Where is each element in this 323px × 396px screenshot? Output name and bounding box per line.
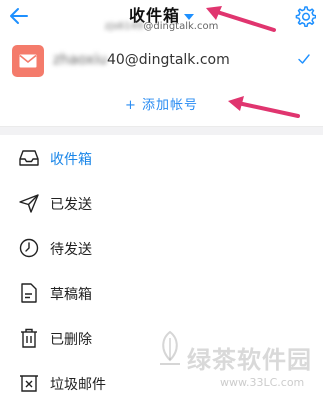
back-button[interactable] xyxy=(6,4,32,28)
leaf-logo-icon xyxy=(160,330,180,365)
annotation-arrow-top xyxy=(206,6,276,32)
email-visible: 40@dingtalk.com xyxy=(106,52,230,68)
folder-item-drafts[interactable]: 草稿箱 xyxy=(0,270,323,315)
inbox-icon xyxy=(19,150,39,166)
trash-icon xyxy=(21,328,37,348)
folder-label: 已删除 xyxy=(50,332,92,348)
mail-account-avatar xyxy=(12,45,44,77)
folder-label: 垃圾邮件 xyxy=(50,377,106,393)
chevron-down-icon xyxy=(184,13,194,20)
email-obscured: zhaoxiu xyxy=(53,52,107,68)
watermark-url: www.33LC.com xyxy=(220,376,305,389)
spam-icon xyxy=(20,375,38,392)
gear-icon xyxy=(295,6,317,28)
envelope-icon xyxy=(19,54,37,68)
clock-icon xyxy=(19,238,39,258)
back-arrow-icon xyxy=(10,8,28,24)
draft-icon xyxy=(21,283,37,303)
folder-label: 草稿箱 xyxy=(50,287,92,303)
watermark-text: 绿茶软件园 xyxy=(187,346,312,374)
folder-label: 收件箱 xyxy=(50,152,92,168)
subtitle-obscured: zjs6149 xyxy=(104,21,144,32)
folder-item-inbox[interactable]: 收件箱 xyxy=(0,135,323,180)
watermark: 绿茶软件园 www.33LC.com xyxy=(150,330,323,396)
folder-label: 已发送 xyxy=(50,197,92,213)
settings-button[interactable] xyxy=(294,5,317,28)
account-row[interactable]: zhaoxiu40@dingtalk.com xyxy=(0,43,323,79)
folder-item-sent[interactable]: 已发送 xyxy=(0,180,323,225)
send-icon xyxy=(19,194,39,213)
check-icon xyxy=(298,54,310,64)
annotation-arrow-add xyxy=(228,96,300,118)
section-divider xyxy=(0,126,323,135)
folder-label: 待发送 xyxy=(50,242,92,258)
folder-item-outbox[interactable]: 待发送 xyxy=(0,225,323,270)
account-email: zhaoxiu40@dingtalk.com xyxy=(53,52,230,68)
